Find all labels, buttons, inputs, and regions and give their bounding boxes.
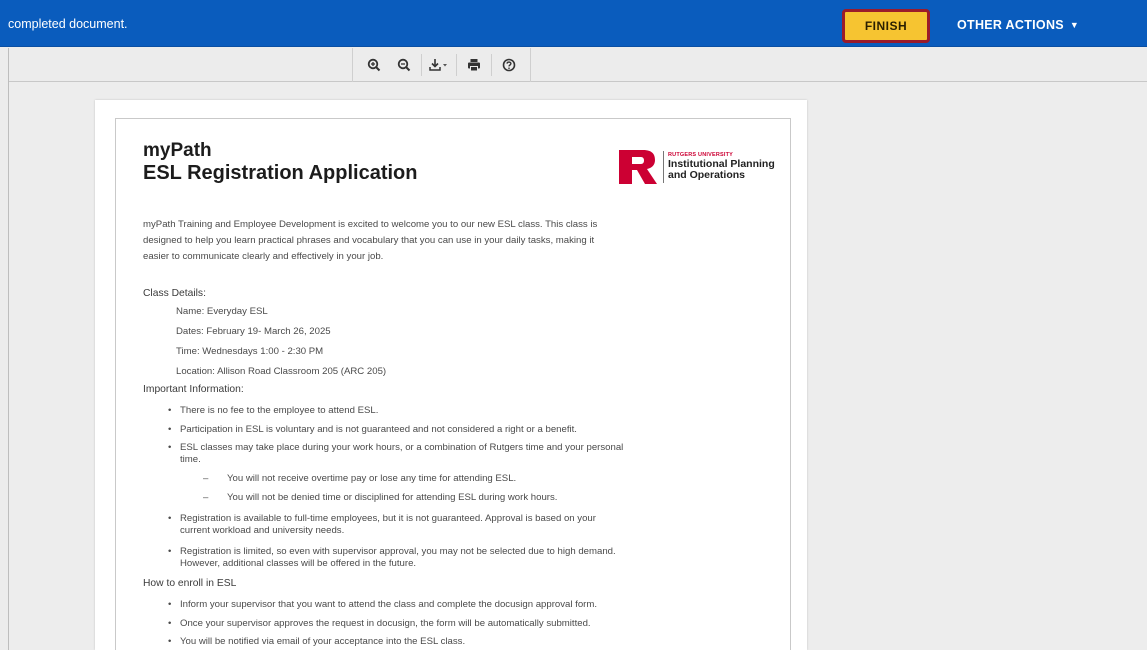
zoom-out-icon[interactable] bbox=[389, 52, 419, 78]
toolbar-divider bbox=[421, 54, 422, 76]
class-time: Time: Wednesdays 1:00 - 2:30 PM bbox=[176, 346, 324, 357]
doc-title-line2: ESL Registration Application bbox=[143, 162, 418, 184]
logo-divider bbox=[663, 151, 664, 183]
status-message: completed document. bbox=[8, 17, 128, 31]
logo-line2: and Operations bbox=[668, 168, 746, 181]
important-heading: Important Information: bbox=[143, 384, 244, 395]
doc-title-line1: myPath bbox=[143, 140, 212, 161]
list-item: ESL classes may take place during your w… bbox=[168, 441, 623, 454]
list-item: Inform your supervisor that you want to … bbox=[168, 598, 597, 611]
class-details-heading: Class Details: bbox=[143, 288, 206, 299]
list-item: Participation in ESL is voluntary and is… bbox=[168, 423, 577, 436]
class-name: Name: Everyday ESL bbox=[176, 306, 268, 317]
zoom-in-icon[interactable] bbox=[359, 52, 389, 78]
list-item-continued: However, additional classes will be offe… bbox=[180, 558, 417, 569]
intro-line-3: easier to communicate clearly and effect… bbox=[143, 251, 384, 262]
list-item: There is no fee to the employee to atten… bbox=[168, 404, 378, 417]
top-action-bar: completed document. FINISH OTHER ACTIONS… bbox=[0, 0, 1147, 47]
class-location: Location: Allison Road Classroom 205 (AR… bbox=[176, 366, 387, 377]
help-icon[interactable] bbox=[494, 52, 524, 78]
intro-line-2: designed to help you learn practical phr… bbox=[143, 235, 595, 246]
sub-list-item: You will not be denied time or disciplin… bbox=[203, 492, 558, 503]
other-actions-label: OTHER ACTIONS bbox=[957, 18, 1064, 32]
enroll-heading: How to enroll in ESL bbox=[143, 578, 237, 589]
intro-line-1: myPath Training and Employee Development… bbox=[143, 219, 598, 230]
caret-down-icon: ▼ bbox=[1069, 20, 1080, 30]
print-icon[interactable] bbox=[459, 52, 489, 78]
list-item: Once your supervisor approves the reques… bbox=[168, 617, 591, 630]
finish-button[interactable]: FINISH bbox=[842, 9, 930, 43]
rutgers-logo: RUTGERS UNIVERSITY Institutional Plannin… bbox=[618, 149, 775, 185]
class-dates: Dates: February 19- March 26, 2025 bbox=[176, 326, 331, 337]
download-icon[interactable] bbox=[424, 52, 454, 78]
list-item: You will be notified via email of your a… bbox=[168, 635, 465, 648]
toolbar-divider bbox=[491, 54, 492, 76]
viewer-toolbar bbox=[0, 48, 1147, 82]
sub-list-item: You will not receive overtime pay or los… bbox=[203, 473, 516, 484]
list-item-continued: time. bbox=[180, 454, 201, 465]
tool-group bbox=[352, 48, 531, 82]
list-item-continued: current workload and university needs. bbox=[180, 525, 345, 536]
rutgers-r-icon bbox=[619, 150, 657, 184]
logo-text: RUTGERS UNIVERSITY Institutional Plannin… bbox=[668, 152, 775, 181]
left-rail bbox=[0, 48, 9, 650]
other-actions-menu[interactable]: OTHER ACTIONS ▼ bbox=[957, 18, 1079, 32]
toolbar-divider bbox=[456, 54, 457, 76]
